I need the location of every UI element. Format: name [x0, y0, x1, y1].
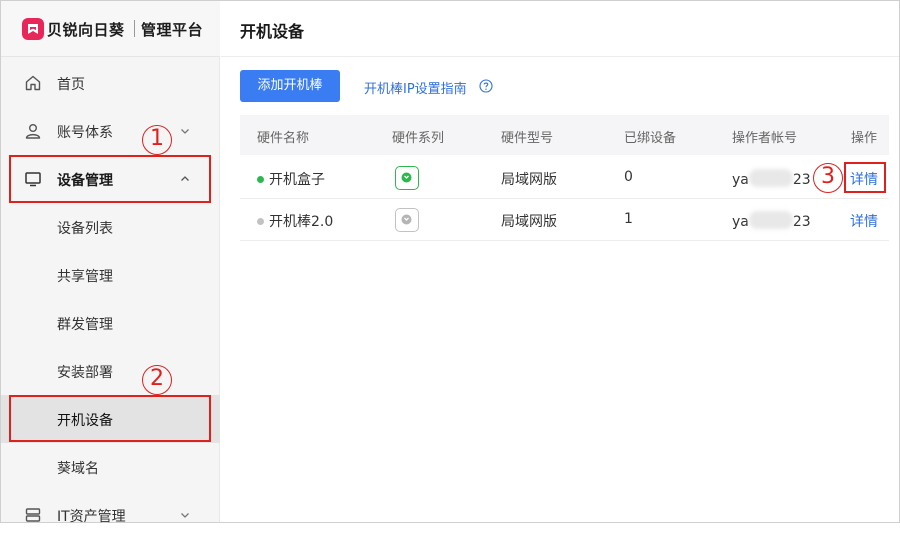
- sidebar-item-share-management[interactable]: 共享管理: [1, 251, 220, 299]
- page-header: 开机设备: [221, 1, 899, 57]
- annotation-box-detail: [844, 162, 886, 193]
- hardware-name: 开机盒子: [269, 172, 325, 188]
- sidebar-item-label: 安装部署: [57, 365, 113, 381]
- status-dot-offline: [257, 218, 264, 225]
- sidebar-item-label: 群发管理: [57, 317, 113, 333]
- annotation-number-2: 2: [142, 365, 172, 395]
- column-header: 硬件型号: [501, 131, 554, 146]
- sidebar-item-it-assets[interactable]: IT资产管理: [1, 491, 220, 539]
- column-header: 硬件名称: [257, 131, 310, 146]
- hardware-model: 局域网版: [501, 214, 557, 230]
- main-content: 开机设备 添加开机棒 开机棒IP设置指南 硬件名称 硬件系列 硬件型号 已绑设备…: [221, 1, 899, 522]
- column-header: 操作者帐号: [732, 131, 798, 146]
- account-prefix: ya: [732, 214, 749, 230]
- ip-setup-guide-link[interactable]: 开机棒IP设置指南: [364, 78, 467, 97]
- brand-name: 贝锐向日葵: [47, 21, 125, 39]
- grey-power-stick-icon: [395, 208, 419, 232]
- sidebar-item-label: 账号体系: [57, 125, 113, 141]
- annotation-box-device-management: [9, 155, 211, 203]
- sidebar-item-home[interactable]: 首页: [1, 59, 220, 107]
- bound-devices-count: 1: [624, 211, 633, 227]
- sidebar-item-label: 共享管理: [57, 269, 113, 285]
- redacted-blur: [748, 211, 793, 229]
- annotation-number-3: 3: [813, 163, 843, 193]
- column-header: 操作: [851, 131, 878, 146]
- sidebar-item-device-list[interactable]: 设备列表: [1, 203, 220, 251]
- server-icon: [25, 508, 41, 522]
- home-icon: [25, 75, 41, 91]
- operator-account: ya 23: [732, 211, 811, 230]
- brand-divider: [134, 20, 135, 37]
- detail-link[interactable]: 详情: [850, 211, 878, 231]
- column-header: 已绑设备: [624, 131, 677, 146]
- redacted-blur: [748, 169, 793, 187]
- brand-subtitle: 管理平台: [141, 21, 204, 39]
- annotation-box-power-on-devices: [9, 395, 211, 442]
- user-icon: [25, 124, 41, 139]
- green-power-box-icon: [395, 166, 419, 190]
- sidebar-item-install-deploy[interactable]: 安装部署: [1, 347, 220, 395]
- chevron-down-icon: [181, 513, 189, 518]
- sidebar-item-mass-send[interactable]: 群发管理: [1, 299, 220, 347]
- sunlogin-logo-icon: [22, 18, 44, 40]
- bound-devices-count: 0: [624, 169, 633, 185]
- sidebar-item-accounts[interactable]: 账号体系: [1, 107, 220, 155]
- add-power-stick-button[interactable]: 添加开机棒: [240, 70, 340, 102]
- account-suffix: 23: [792, 172, 811, 188]
- operator-account: ya 23: [732, 169, 811, 188]
- sidebar-item-kui-domain[interactable]: 葵域名: [1, 443, 220, 491]
- status-dot-online: [257, 176, 264, 183]
- hardware-name: 开机棒2.0: [269, 214, 334, 230]
- sidebar-item-label: 设备列表: [57, 221, 113, 237]
- annotation-number-1: 1: [142, 125, 172, 155]
- sidebar-item-label: 首页: [57, 77, 85, 93]
- table-row: 开机盒子 局域网版 0 ya 23 详情: [240, 157, 889, 199]
- sidebar-item-label: IT资产管理: [57, 509, 126, 525]
- table-header: 硬件名称 硬件系列 硬件型号 已绑设备 操作者帐号 操作: [240, 115, 889, 155]
- table-row: 开机棒2.0 局域网版 1 ya 23 详情: [240, 199, 889, 241]
- sidebar: 贝锐向日葵 管理平台 首页 账号体系 设备管理 设备列表 共享管理 群发管理 安…: [1, 1, 220, 525]
- chevron-down-icon: [181, 129, 189, 134]
- sidebar-item-label: 葵域名: [57, 461, 99, 477]
- hardware-model: 局域网版: [501, 172, 557, 188]
- account-prefix: ya: [732, 172, 749, 188]
- account-suffix: 23: [792, 214, 811, 230]
- brand-header: 贝锐向日葵 管理平台: [1, 1, 220, 57]
- column-header: 硬件系列: [392, 131, 445, 146]
- help-circle-icon[interactable]: [479, 79, 493, 93]
- page-title: 开机设备: [240, 22, 305, 41]
